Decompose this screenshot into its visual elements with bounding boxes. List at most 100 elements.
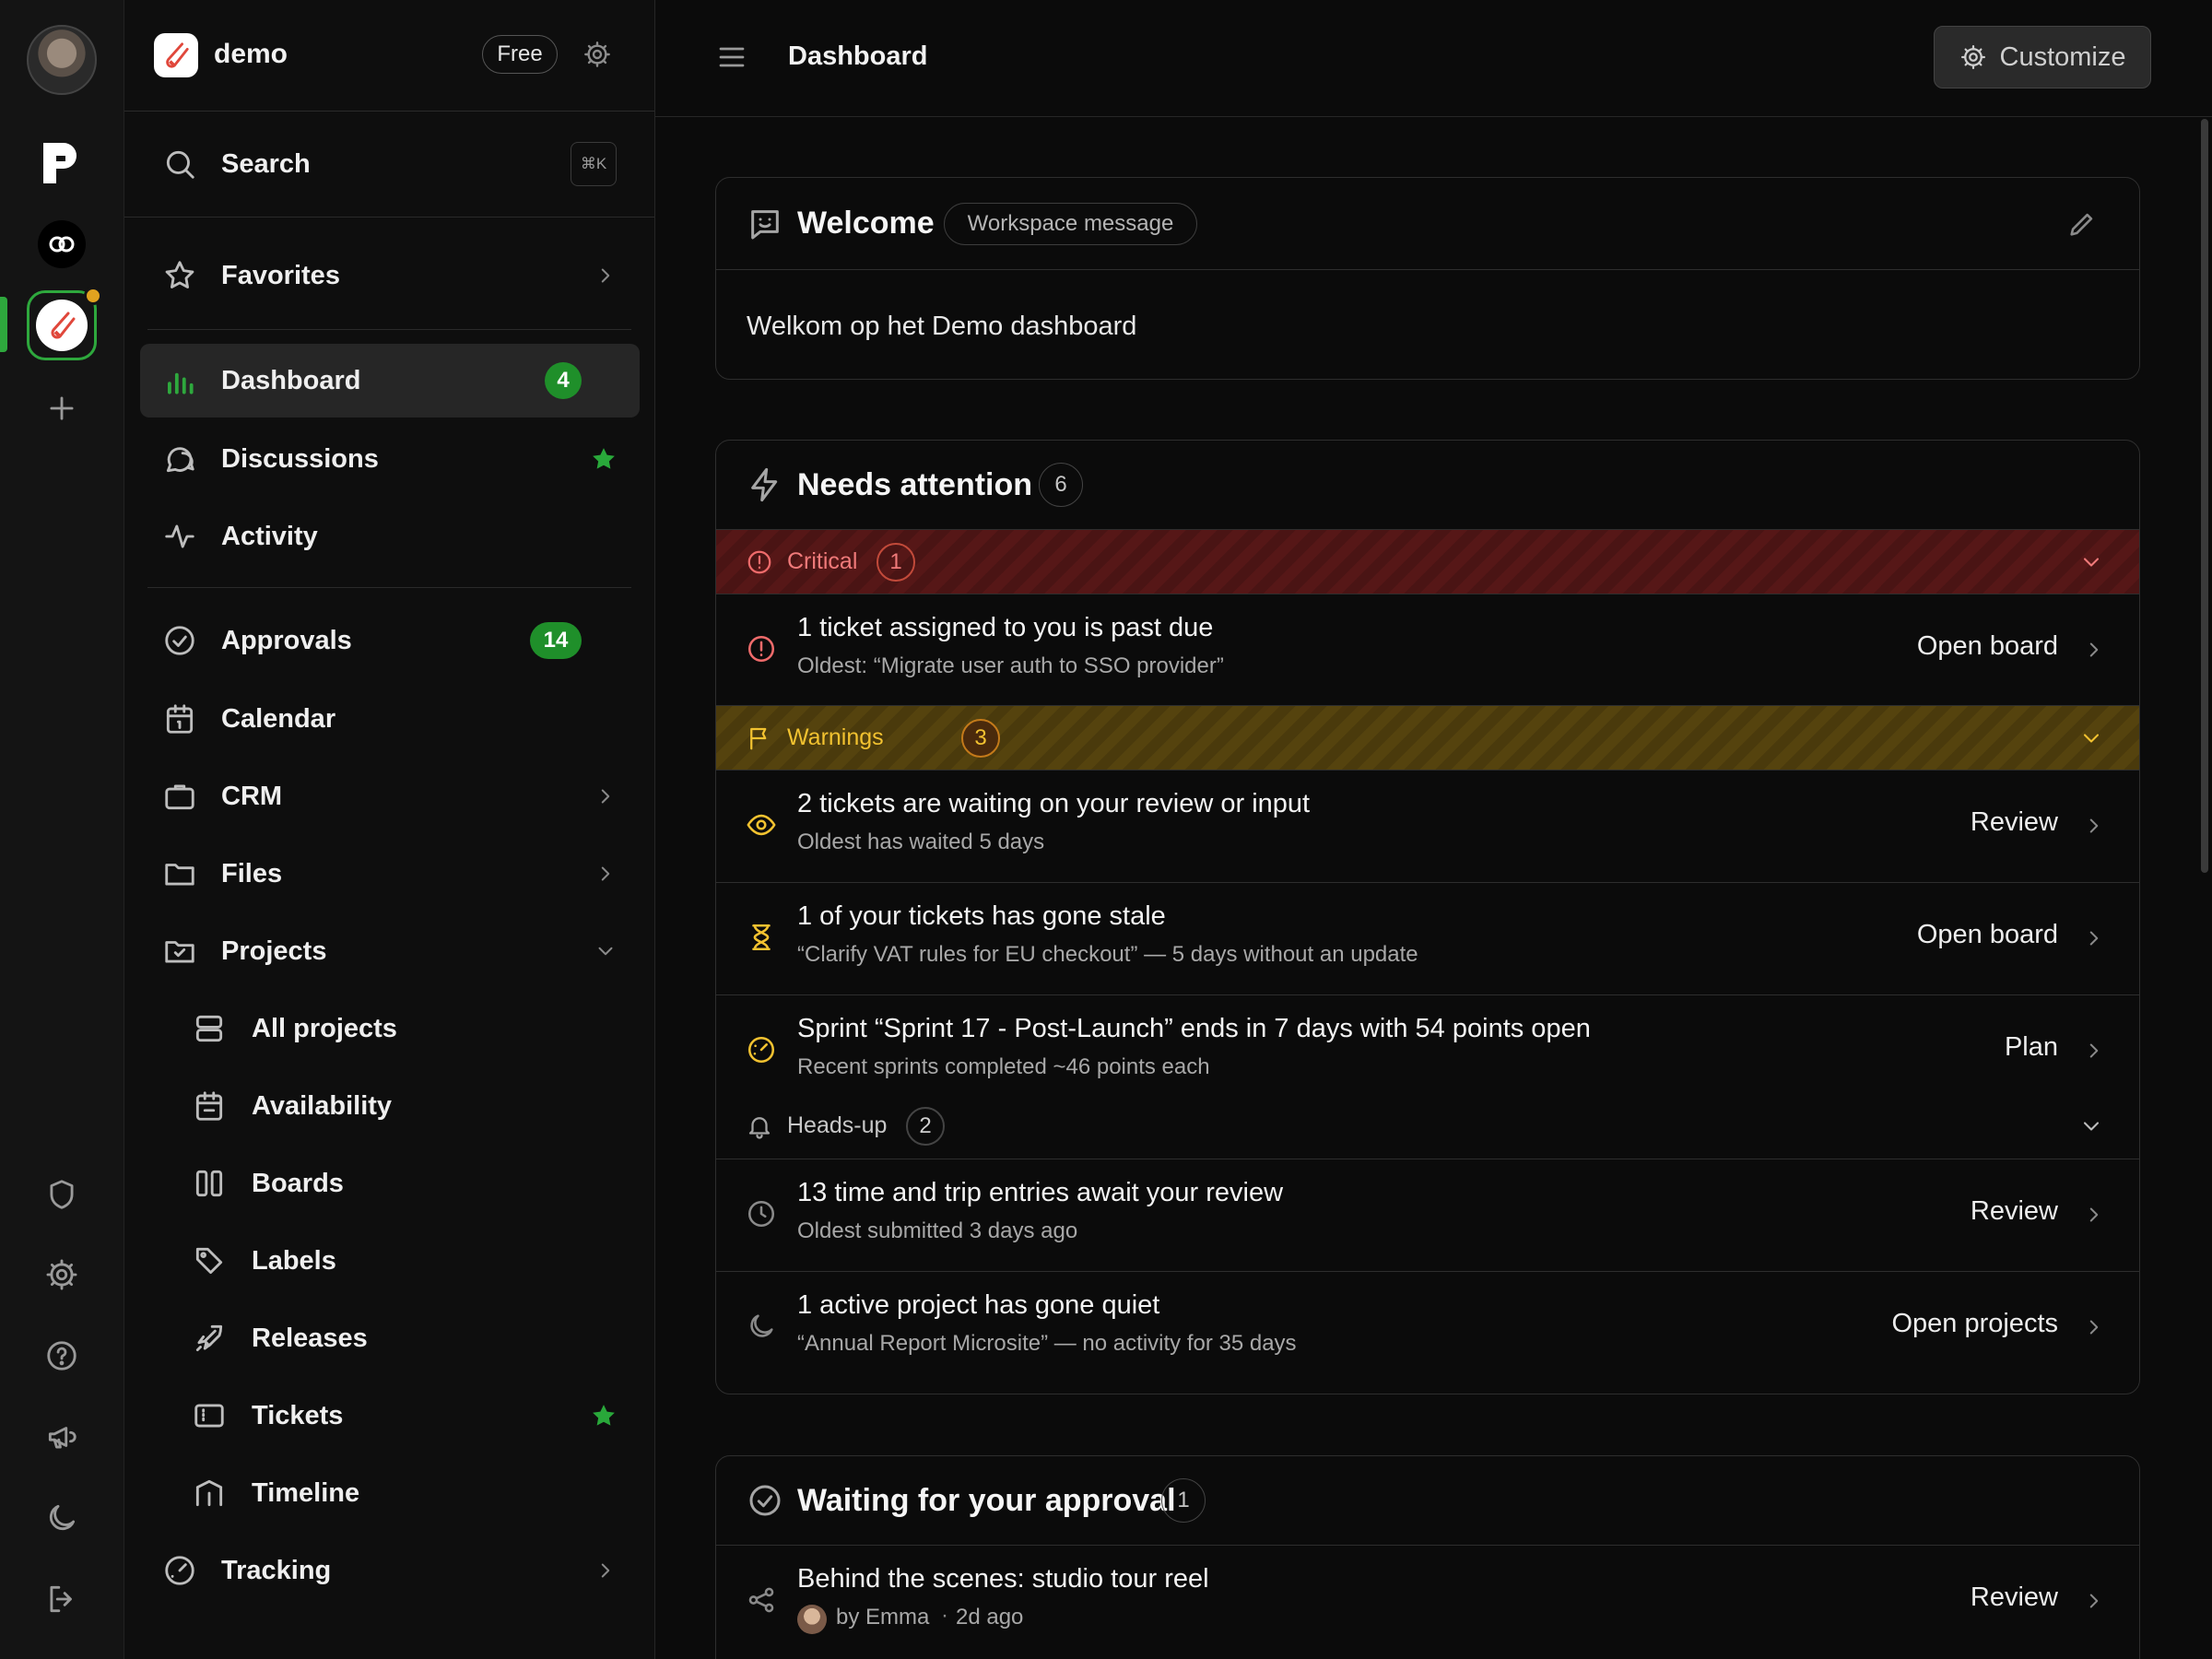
eye-icon [746, 809, 777, 841]
chevron-right-icon [2082, 1589, 2106, 1613]
sidebar-item-calendar[interactable]: Calendar [140, 682, 640, 756]
attention-item[interactable]: 1 ticket assigned to you is past due Old… [716, 594, 2139, 706]
app-logo-icon[interactable] [25, 126, 99, 200]
sidebar-item-files[interactable]: Files [140, 837, 640, 911]
chevron-down-icon [594, 939, 618, 963]
active-workspace-indicator [0, 297, 7, 352]
sidebar-item-crm[interactable]: CRM [140, 759, 640, 833]
approval-item[interactable]: Behind the scenes: studio tour reel by E… [716, 1546, 2139, 1658]
moon-icon [746, 1311, 777, 1342]
headsup-count: 2 [906, 1106, 945, 1146]
welcome-title: Welcome [797, 206, 935, 241]
favorite-star-icon[interactable] [590, 1402, 618, 1430]
integration-workspace-icon[interactable] [25, 207, 99, 281]
scrollbar[interactable] [2201, 119, 2208, 873]
sidebar-item-tickets[interactable]: Tickets [140, 1379, 640, 1453]
message-smile-icon [747, 206, 783, 242]
search-icon [162, 147, 197, 182]
sidebar-item-discussions[interactable]: Discussions [140, 422, 640, 496]
add-workspace-icon[interactable] [44, 391, 79, 426]
sidebar-item-availability[interactable]: Availability [140, 1069, 640, 1143]
star-outline-icon [162, 258, 197, 293]
review-link[interactable]: Review [1971, 1583, 2058, 1613]
ticket-icon [192, 1398, 227, 1433]
workspace-rail [0, 0, 124, 1659]
chevron-right-icon [594, 784, 618, 808]
shield-icon[interactable] [44, 1177, 79, 1212]
welcome-card: Welcome Workspace message Welkom op het … [715, 177, 2140, 380]
alert-circle-icon [746, 633, 777, 665]
customize-button[interactable]: Customize [1934, 26, 2151, 88]
megaphone-icon[interactable] [44, 1419, 79, 1454]
attention-item[interactable]: 13 time and trip entries await your revi… [716, 1159, 2139, 1272]
help-icon[interactable] [44, 1338, 79, 1373]
warnings-count: 3 [961, 718, 1000, 758]
attention-count: 6 [1039, 463, 1083, 507]
topbar: Dashboard Customize [655, 0, 2212, 117]
workspace-settings-icon[interactable] [582, 40, 612, 69]
check-circle-icon [162, 623, 197, 658]
approval-card: Waiting for your approval 1 Behind the s… [715, 1455, 2140, 1659]
chevron-right-icon [2082, 926, 2106, 950]
user-avatar[interactable] [25, 23, 99, 97]
chevron-down-icon [2078, 1113, 2104, 1139]
workspace-name[interactable]: demo [214, 39, 288, 70]
moon-icon[interactable] [44, 1500, 79, 1535]
gear-icon [1959, 43, 1987, 71]
sidebar-item-boards[interactable]: Boards [140, 1147, 640, 1220]
calendar-icon [162, 701, 197, 736]
sidebar-item-labels[interactable]: Labels [140, 1224, 640, 1298]
headsup-group-header[interactable]: Heads-up 2 [716, 1093, 2139, 1159]
page-title: Dashboard [788, 41, 928, 71]
sidebar-item-dashboard[interactable]: Dashboard 4 [140, 344, 640, 418]
search-button[interactable]: Search ⌘K [140, 127, 640, 201]
chevron-down-icon [2078, 725, 2104, 751]
sidebar: demo Free Search ⌘K Favorites Dashboard … [124, 0, 655, 1659]
approvals-count-badge: 14 [530, 622, 582, 659]
demo-workspace-icon[interactable] [25, 287, 102, 362]
bell-icon [746, 1112, 773, 1140]
sidebar-item-projects[interactable]: Projects [140, 914, 640, 988]
edit-pencil-icon[interactable] [2066, 208, 2098, 240]
share-icon [746, 1584, 777, 1616]
open-board-link[interactable]: Open board [1917, 920, 2058, 950]
sidebar-item-timeline[interactable]: Timeline [140, 1456, 640, 1530]
favorite-star-icon[interactable] [590, 445, 618, 473]
chevron-right-icon [594, 264, 618, 288]
welcome-message: Welkom op het Demo dashboard [747, 312, 1137, 341]
chevron-right-icon [594, 1559, 618, 1583]
review-link[interactable]: Review [1971, 807, 2058, 838]
chevron-right-icon [2082, 1315, 2106, 1339]
chevron-right-icon [2082, 814, 2106, 838]
rows-icon [192, 1011, 227, 1046]
sidebar-item-approvals[interactable]: Approvals 14 [140, 604, 640, 677]
attention-item[interactable]: 1 active project has gone quiet “Annual … [716, 1272, 2139, 1384]
avatar [797, 1605, 827, 1634]
gear-icon[interactable] [44, 1257, 79, 1292]
sidebar-item-releases[interactable]: Releases [140, 1301, 640, 1375]
chevron-right-icon [594, 862, 618, 886]
critical-group-header[interactable]: Critical 1 [716, 530, 2139, 594]
dashboard-content: Welcome Workspace message Welkom op het … [655, 117, 2212, 1659]
search-shortcut: ⌘K [571, 142, 617, 186]
plan-link[interactable]: Plan [2005, 1032, 2058, 1063]
sidebar-item-favorites[interactable]: Favorites [140, 239, 640, 312]
open-board-link[interactable]: Open board [1917, 631, 2058, 662]
folder-icon [162, 856, 197, 891]
logout-icon[interactable] [44, 1582, 79, 1617]
flag-icon [746, 724, 773, 752]
critical-count: 1 [877, 542, 915, 582]
attention-item[interactable]: Sprint “Sprint 17 - Post-Launch” ends in… [716, 995, 2139, 1093]
attention-item[interactable]: 2 tickets are waiting on your review or … [716, 771, 2139, 883]
review-link[interactable]: Review [1971, 1196, 2058, 1227]
warnings-group-header[interactable]: Warnings 3 [716, 706, 2139, 771]
sidebar-item-tracking[interactable]: Tracking [140, 1534, 640, 1607]
sidebar-item-all-projects[interactable]: All projects [140, 992, 640, 1065]
briefcase-icon [162, 779, 197, 814]
gauge-icon [162, 1553, 197, 1588]
sidebar-item-activity[interactable]: Activity [140, 500, 640, 573]
open-projects-link[interactable]: Open projects [1891, 1309, 2058, 1339]
attention-item[interactable]: 1 of your tickets has gone stale “Clarif… [716, 883, 2139, 995]
menu-toggle-icon[interactable] [715, 41, 748, 74]
notification-dot [84, 287, 102, 305]
